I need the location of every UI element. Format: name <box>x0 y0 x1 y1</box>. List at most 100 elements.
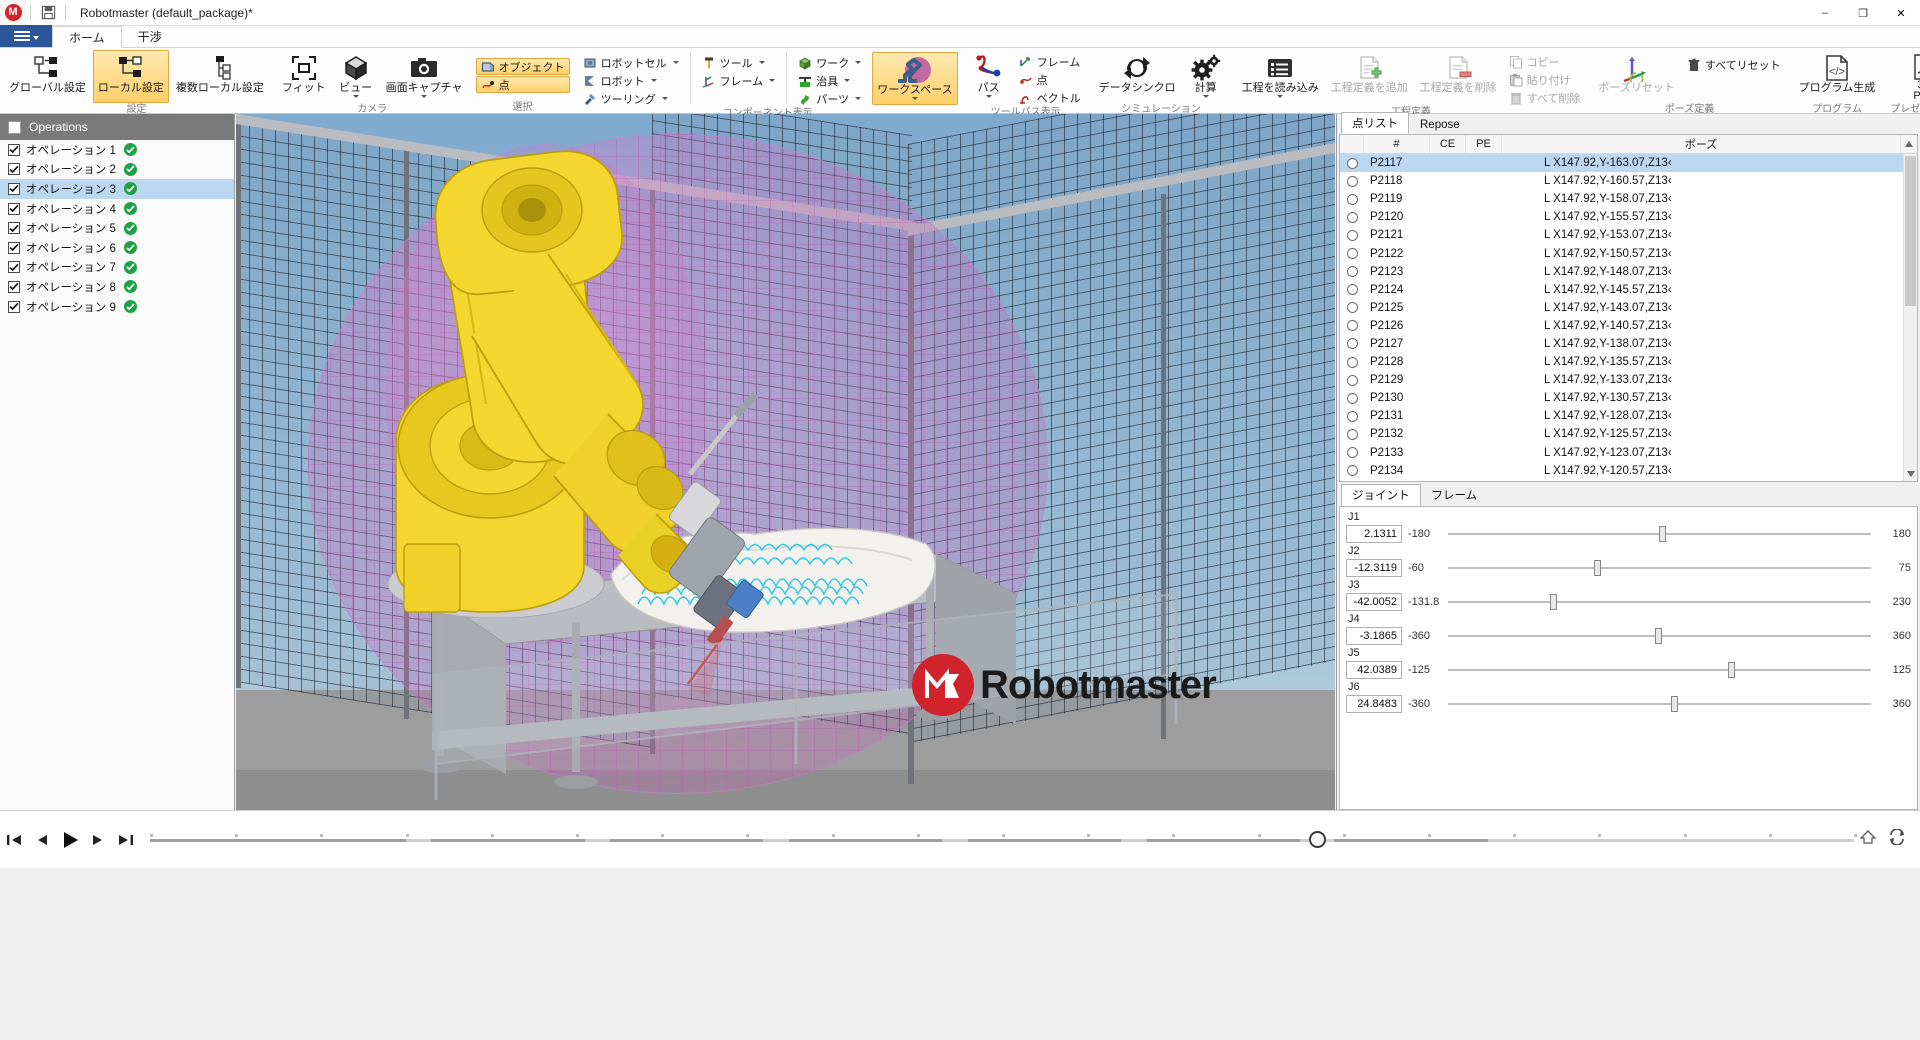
data-sync-button[interactable]: データシンクロ <box>1094 50 1181 103</box>
toolpath-point-button[interactable]: 点 <box>1014 71 1086 88</box>
tool-button[interactable]: ツール <box>697 54 781 71</box>
pose-reset-button[interactable]: ポーズリセット <box>1593 50 1679 103</box>
row-radio-cell[interactable] <box>1340 425 1364 443</box>
row-radio-cell[interactable] <box>1340 190 1364 208</box>
row-radio[interactable] <box>1346 320 1358 332</box>
tooling-button[interactable]: ツーリング <box>578 90 684 107</box>
operation-checkbox[interactable] <box>8 143 20 156</box>
joint-slider-track[interactable] <box>1448 695 1871 713</box>
row-radio[interactable] <box>1346 266 1358 278</box>
scroll-down-arrow-icon[interactable] <box>1904 467 1917 481</box>
chevron-down-icon[interactable] <box>672 61 679 64</box>
operation-row[interactable]: オペレーション 3 <box>0 179 234 199</box>
frame-button[interactable]: フレーム <box>697 72 781 89</box>
copy-button[interactable]: コピー <box>1504 53 1586 70</box>
chevron-down-icon[interactable] <box>421 95 428 98</box>
tab-home[interactable]: ホーム <box>52 26 122 48</box>
row-radio-cell[interactable] <box>1340 263 1364 281</box>
operation-checkbox[interactable] <box>8 300 20 313</box>
screen-capture-button[interactable]: 画面キャプチャ <box>381 50 468 103</box>
row-radio-cell[interactable] <box>1340 444 1364 462</box>
row-radio-cell[interactable] <box>1340 371 1364 389</box>
step-back-button[interactable] <box>28 825 56 855</box>
chevron-down-icon[interactable] <box>769 79 776 82</box>
slider-thumb[interactable] <box>1654 627 1662 644</box>
load-process-button[interactable]: 工程を読み込み <box>1237 50 1324 103</box>
tab-joint[interactable]: ジョイント <box>1341 484 1421 506</box>
global-settings-button[interactable]: グローバル設定 <box>4 50 91 103</box>
operation-checkbox[interactable] <box>8 241 20 254</box>
row-radio[interactable] <box>1346 248 1358 260</box>
joint-value-input[interactable]: -3.1865 <box>1346 626 1402 645</box>
chevron-down-icon[interactable] <box>758 61 765 64</box>
fit-button[interactable]: フィット <box>277 50 331 103</box>
work-button[interactable]: ワーク <box>793 54 866 71</box>
row-radio[interactable] <box>1346 284 1358 296</box>
table-row[interactable]: P2124 L X147.92,Y-145.57,Z13‹ <box>1340 281 1903 299</box>
row-radio[interactable] <box>1346 356 1358 368</box>
add-process-definition-button[interactable]: 工程定義を追加 <box>1326 50 1413 103</box>
chevron-down-icon[interactable] <box>844 79 851 82</box>
parts-button[interactable]: パーツ <box>793 90 866 107</box>
row-radio[interactable] <box>1346 447 1358 459</box>
row-radio-cell[interactable] <box>1340 299 1364 317</box>
table-row[interactable]: P2131 L X147.92,Y-128.07,Z13‹ <box>1340 407 1903 425</box>
row-radio-cell[interactable] <box>1340 462 1364 480</box>
chevron-down-icon[interactable] <box>855 97 862 100</box>
tab-repose[interactable]: Repose <box>1409 116 1471 134</box>
slider-thumb[interactable] <box>1670 695 1678 712</box>
minimize-button[interactable]: – <box>1806 0 1844 26</box>
chevron-down-icon[interactable] <box>911 97 918 100</box>
calculate-button[interactable]: 計算 <box>1183 50 1229 103</box>
multi-local-settings-button[interactable]: 複数ローカル設定 <box>171 50 269 103</box>
row-radio-cell[interactable] <box>1340 389 1364 407</box>
joint-value-input[interactable]: -42.0052 <box>1346 592 1402 611</box>
file-menu-button[interactable] <box>0 25 52 47</box>
play-button[interactable] <box>56 825 84 855</box>
pdf-3d-button[interactable]: 3D PDF <box>1888 50 1920 103</box>
row-radio[interactable] <box>1346 175 1358 187</box>
row-radio-cell[interactable] <box>1340 353 1364 371</box>
row-radio-cell[interactable] <box>1340 208 1364 226</box>
tab-frame[interactable]: フレーム <box>1421 484 1489 506</box>
slider-thumb[interactable] <box>1659 525 1667 542</box>
row-radio-cell[interactable] <box>1340 244 1364 262</box>
column-header-pe[interactable]: PE <box>1466 135 1502 153</box>
slider-thumb[interactable] <box>1727 661 1735 678</box>
robot-button[interactable]: ロボット <box>578 72 684 89</box>
view-button[interactable]: ビュー <box>333 50 379 103</box>
operation-checkbox[interactable] <box>8 280 20 293</box>
row-radio[interactable] <box>1346 410 1358 422</box>
tab-point-list[interactable]: 点リスト <box>1341 112 1409 134</box>
row-radio-cell[interactable] <box>1340 317 1364 335</box>
joint-slider-track[interactable] <box>1448 525 1871 543</box>
scroll-up-arrow-icon[interactable] <box>1901 135 1917 153</box>
table-row[interactable]: P2125 L X147.92,Y-143.07,Z13‹ <box>1340 299 1903 317</box>
save-button[interactable] <box>35 1 61 25</box>
joint-slider-track[interactable] <box>1448 559 1871 577</box>
close-button[interactable]: ✕ <box>1882 0 1920 26</box>
chevron-down-icon[interactable] <box>985 95 992 98</box>
row-radio-cell[interactable] <box>1340 335 1364 353</box>
skip-to-end-button[interactable] <box>112 825 140 855</box>
column-header-ce[interactable]: CE <box>1430 135 1466 153</box>
row-radio-cell[interactable] <box>1340 226 1364 244</box>
operation-row[interactable]: オペレーション 5 <box>0 218 234 238</box>
operation-checkbox[interactable] <box>8 222 20 235</box>
operation-checkbox[interactable] <box>8 163 20 176</box>
delete-all-button[interactable]: すべて削除 <box>1504 89 1586 106</box>
chevron-down-icon[interactable] <box>1277 95 1284 98</box>
row-radio[interactable] <box>1346 428 1358 440</box>
table-row[interactable]: P2128 L X147.92,Y-135.57,Z13‹ <box>1340 353 1903 371</box>
operation-row[interactable]: オペレーション 7 <box>0 258 234 278</box>
table-row[interactable]: P2130 L X147.92,Y-130.57,Z13‹ <box>1340 389 1903 407</box>
chevron-down-icon[interactable] <box>1202 95 1209 98</box>
operation-row[interactable]: オペレーション 2 <box>0 160 234 180</box>
operation-row[interactable]: オペレーション 1 <box>0 140 234 160</box>
table-row[interactable]: P2117 L X147.92,Y-163.07,Z13‹ <box>1340 154 1903 173</box>
column-header-select[interactable] <box>1340 135 1364 153</box>
select-point-button[interactable]: 点 <box>475 76 570 93</box>
row-radio[interactable] <box>1346 229 1358 241</box>
table-row[interactable]: P2126 L X147.92,Y-140.57,Z13‹ <box>1340 317 1903 335</box>
row-radio[interactable] <box>1346 465 1358 477</box>
